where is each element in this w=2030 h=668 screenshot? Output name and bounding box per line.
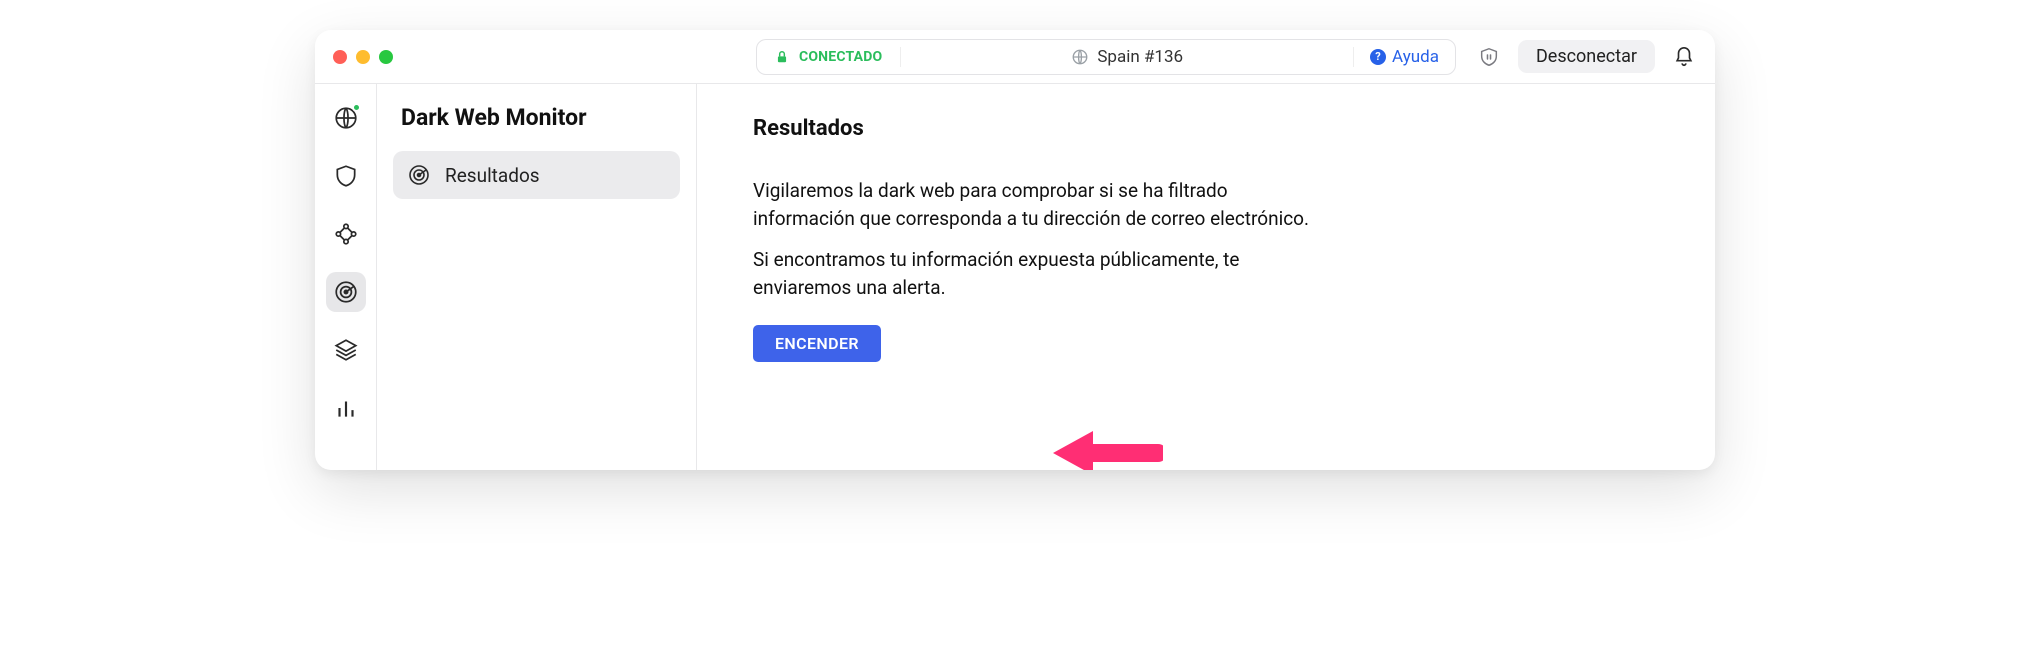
sidebar-title: Dark Web Monitor (393, 104, 680, 131)
sidebar-item-results[interactable]: Resultados (393, 151, 680, 199)
mesh-icon (333, 221, 359, 247)
page-heading: Resultados (753, 116, 1715, 141)
main-content: Resultados Vigilaremos la dark web para … (697, 84, 1715, 470)
lock-icon (775, 49, 789, 65)
rail-item-mesh[interactable] (326, 214, 366, 254)
maximize-window-button[interactable] (379, 50, 393, 64)
turn-on-button[interactable]: ENCENDER (753, 325, 881, 362)
window-controls (333, 50, 393, 64)
connection-status-label: CONECTADO (799, 49, 882, 65)
rail-item-layers[interactable] (326, 330, 366, 370)
radar-icon (333, 279, 359, 305)
server-indicator[interactable]: Spain #136 (900, 47, 1353, 67)
rail-item-stats[interactable] (326, 388, 366, 428)
description-paragraph-1: Vigilaremos la dark web para comprobar s… (753, 177, 1313, 232)
question-icon: ? (1370, 49, 1386, 65)
minimize-window-button[interactable] (356, 50, 370, 64)
nav-rail (315, 84, 377, 470)
protection-shield-button[interactable] (1478, 46, 1500, 68)
help-label: Ayuda (1392, 47, 1439, 67)
app-window: CONECTADO Spain #136 ? Ayuda (315, 30, 1715, 470)
rail-item-shield[interactable] (326, 156, 366, 196)
disconnect-label: Desconectar (1536, 46, 1637, 67)
radar-icon (407, 163, 431, 187)
connection-status: CONECTADO (757, 49, 900, 65)
description-paragraph-2: Si encontramos tu información expuesta p… (753, 246, 1313, 301)
turn-on-label: ENCENDER (775, 334, 859, 353)
layers-icon (333, 337, 359, 363)
server-label: Spain #136 (1097, 47, 1183, 67)
titlebar: CONECTADO Spain #136 ? Ayuda (315, 30, 1715, 84)
globe-connected-icon (333, 105, 359, 131)
sidebar: Dark Web Monitor Resultados (377, 84, 697, 470)
close-window-button[interactable] (333, 50, 347, 64)
sidebar-item-label: Resultados (445, 164, 540, 187)
rail-item-globe[interactable] (326, 98, 366, 138)
shield-icon (333, 163, 359, 189)
help-button[interactable]: ? Ayuda (1353, 47, 1455, 67)
rail-item-dark-web-monitor[interactable] (326, 272, 366, 312)
connection-status-bar: CONECTADO Spain #136 ? Ayuda (756, 39, 1456, 75)
globe-icon (1071, 48, 1089, 66)
disconnect-button[interactable]: Desconectar (1518, 40, 1655, 73)
bar-chart-icon (333, 395, 359, 421)
notifications-button[interactable] (1673, 46, 1695, 68)
